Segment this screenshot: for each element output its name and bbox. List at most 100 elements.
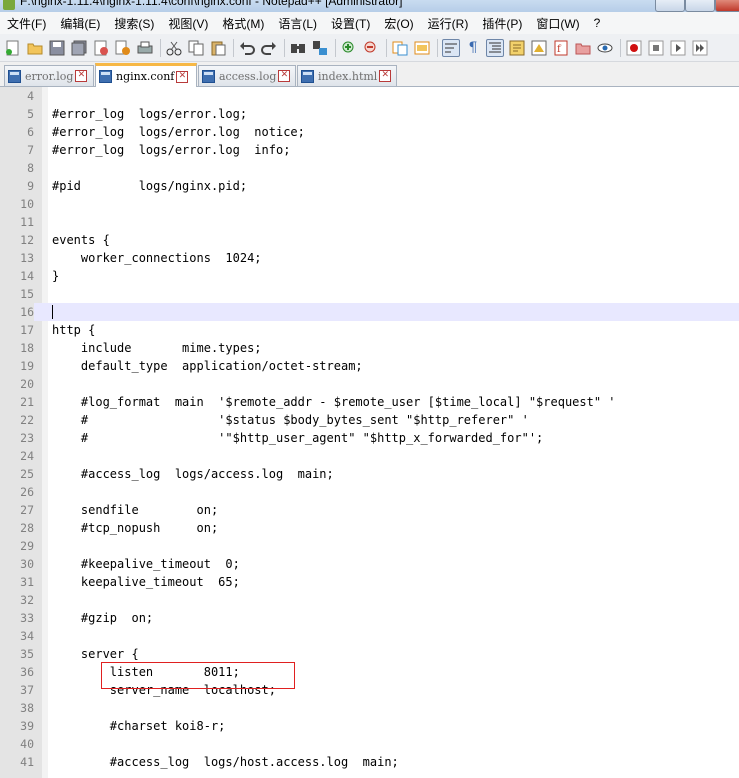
code-line[interactable]: 5 #error_log logs/error.log;	[0, 105, 739, 123]
line-text[interactable]: #pid logs/nginx.pid;	[52, 177, 247, 195]
stop-record-icon[interactable]	[647, 39, 665, 57]
cut-icon[interactable]	[165, 39, 183, 57]
line-text[interactable]: #access_log logs/access.log main;	[52, 465, 334, 483]
menu-language[interactable]: 语言(L)	[271, 15, 324, 32]
line-text[interactable]: # '"$http_user_agent" "$http_x_forwarded…	[52, 429, 543, 447]
menu-window[interactable]: 窗口(W)	[529, 15, 586, 32]
line-text[interactable]: server {	[52, 645, 139, 663]
close-tab-icon[interactable]: ✕	[278, 70, 291, 82]
code-line[interactable]: 15	[0, 285, 739, 303]
line-text[interactable]: #error_log logs/error.log;	[52, 105, 247, 123]
word-wrap-icon[interactable]	[442, 38, 460, 57]
code-editor[interactable]: 4 5 #error_log logs/error.log; 6 #error_log …	[0, 87, 739, 778]
code-line[interactable]: 38	[0, 699, 739, 717]
show-all-chars-icon[interactable]: ¶	[464, 39, 482, 57]
close-icon[interactable]	[92, 39, 110, 57]
code-line[interactable]: 9 #pid logs/nginx.pid;	[0, 177, 739, 195]
menu-edit[interactable]: 编辑(E)	[53, 15, 107, 32]
code-line[interactable]: 40	[0, 735, 739, 753]
line-text[interactable]: #error_log logs/error.log info;	[52, 141, 290, 159]
close-tab-icon[interactable]: ✕	[379, 70, 392, 82]
code-line[interactable]: 28 #tcp_nopush on;	[0, 519, 739, 537]
code-line[interactable]: 10	[0, 195, 739, 213]
menu-file[interactable]: 文件(F)	[0, 15, 53, 32]
save-icon[interactable]	[48, 39, 66, 57]
code-line[interactable]: 22 # '$status $body_bytes_sent "$http_re…	[0, 411, 739, 429]
line-text[interactable]: }	[52, 267, 59, 285]
menu-run[interactable]: 运行(R)	[421, 15, 476, 32]
tab-access-log[interactable]: access.log ✕	[198, 65, 296, 86]
close-all-icon[interactable]	[114, 39, 132, 57]
code-line[interactable]: 12 events {	[0, 231, 739, 249]
code-line[interactable]: 24	[0, 447, 739, 465]
monitor-icon[interactable]	[596, 39, 614, 57]
zoom-out-icon[interactable]	[362, 39, 380, 57]
code-line[interactable]: 18 include mime.types;	[0, 339, 739, 357]
tab-nginx-conf[interactable]: nginx.conf ✕	[95, 63, 197, 87]
tab-index-html[interactable]: index.html ✕	[297, 65, 397, 86]
line-text[interactable]: #error_log logs/error.log notice;	[52, 123, 305, 141]
line-text[interactable]: #gzip on;	[52, 609, 153, 627]
paste-icon[interactable]	[209, 39, 227, 57]
menu-format[interactable]: 格式(M)	[215, 15, 271, 32]
line-text[interactable]: #tcp_nopush on;	[52, 519, 218, 537]
close-tab-icon[interactable]: ✕	[176, 70, 189, 83]
code-line[interactable]: 25 #access_log logs/access.log main;	[0, 465, 739, 483]
line-text[interactable]: default_type application/octet-stream;	[52, 357, 363, 375]
menu-search[interactable]: 搜索(S)	[107, 15, 161, 32]
find-icon[interactable]	[289, 39, 307, 57]
redo-icon[interactable]	[260, 39, 278, 57]
menu-settings[interactable]: 设置(T)	[324, 15, 377, 32]
code-line[interactable]: 35 server {	[0, 645, 739, 663]
open-file-icon[interactable]	[26, 39, 44, 57]
print-icon[interactable]	[136, 39, 154, 57]
replace-icon[interactable]	[311, 39, 329, 57]
minimize-button[interactable]	[655, 0, 685, 12]
user-language-icon[interactable]	[508, 39, 526, 57]
line-text[interactable]: #access_log logs/host.access.log main;	[52, 753, 399, 771]
new-file-icon[interactable]	[4, 39, 22, 57]
code-line[interactable]: 17 http {	[0, 321, 739, 339]
code-line[interactable]: 21 #log_format main '$remote_addr - $rem…	[0, 393, 739, 411]
sync-scroll-icon[interactable]	[391, 39, 409, 57]
code-line[interactable]: 33 #gzip on;	[0, 609, 739, 627]
code-line[interactable]: 8	[0, 159, 739, 177]
code-line[interactable]: 11	[0, 213, 739, 231]
line-text[interactable]: sendfile on;	[52, 501, 218, 519]
window-titlebar[interactable]: F:\nginx-1.11.4\nginx-1.11.4\conf\nginx.…	[0, 0, 739, 12]
zoom-in-icon[interactable]	[340, 39, 358, 57]
code-line[interactable]: 32	[0, 591, 739, 609]
menu-view[interactable]: 视图(V)	[161, 15, 215, 32]
menu-macro[interactable]: 宏(O)	[377, 15, 420, 32]
code-line[interactable]: 34	[0, 627, 739, 645]
code-line[interactable]: 31 keepalive_timeout 65;	[0, 573, 739, 591]
close-tab-icon[interactable]: ✕	[75, 70, 88, 82]
play-multiple-icon[interactable]	[691, 39, 709, 57]
code-line[interactable]: 23 # '"$http_user_agent" "$http_x_forwar…	[0, 429, 739, 447]
line-text[interactable]: keepalive_timeout 65;	[52, 573, 240, 591]
line-text[interactable]: # '$status $body_bytes_sent "$http_refer…	[52, 411, 529, 429]
folder-workspace-icon[interactable]	[574, 39, 592, 57]
save-all-icon[interactable]	[70, 39, 88, 57]
code-line[interactable]: 27 sendfile on;	[0, 501, 739, 519]
code-line[interactable]: 16	[0, 303, 739, 321]
line-text[interactable]: #log_format main '$remote_addr - $remote…	[52, 393, 616, 411]
code-line[interactable]: 14}	[0, 267, 739, 285]
code-line[interactable]: 30 #keepalive_timeout 0;	[0, 555, 739, 573]
line-text[interactable]: #keepalive_timeout 0;	[52, 555, 240, 573]
code-line[interactable]: 7 #error_log logs/error.log info;	[0, 141, 739, 159]
code-line[interactable]: 39 #charset koi8-r;	[0, 717, 739, 735]
undo-icon[interactable]	[238, 39, 256, 57]
code-line[interactable]: 26	[0, 483, 739, 501]
code-line[interactable]: 41 #access_log logs/host.access.log main…	[0, 753, 739, 771]
indent-guide-icon[interactable]	[486, 38, 504, 57]
code-line[interactable]: 13 worker_connections 1024;	[0, 249, 739, 267]
doc-map-icon[interactable]	[530, 39, 548, 57]
line-text[interactable]: include mime.types;	[52, 339, 262, 357]
line-text[interactable]: worker_connections 1024;	[52, 249, 262, 267]
line-text[interactable]: #charset koi8-r;	[52, 717, 226, 735]
code-line[interactable]: 4	[0, 87, 739, 105]
maximize-button[interactable]	[685, 0, 715, 12]
function-list-icon[interactable]: f	[552, 39, 570, 57]
code-line[interactable]: 20	[0, 375, 739, 393]
